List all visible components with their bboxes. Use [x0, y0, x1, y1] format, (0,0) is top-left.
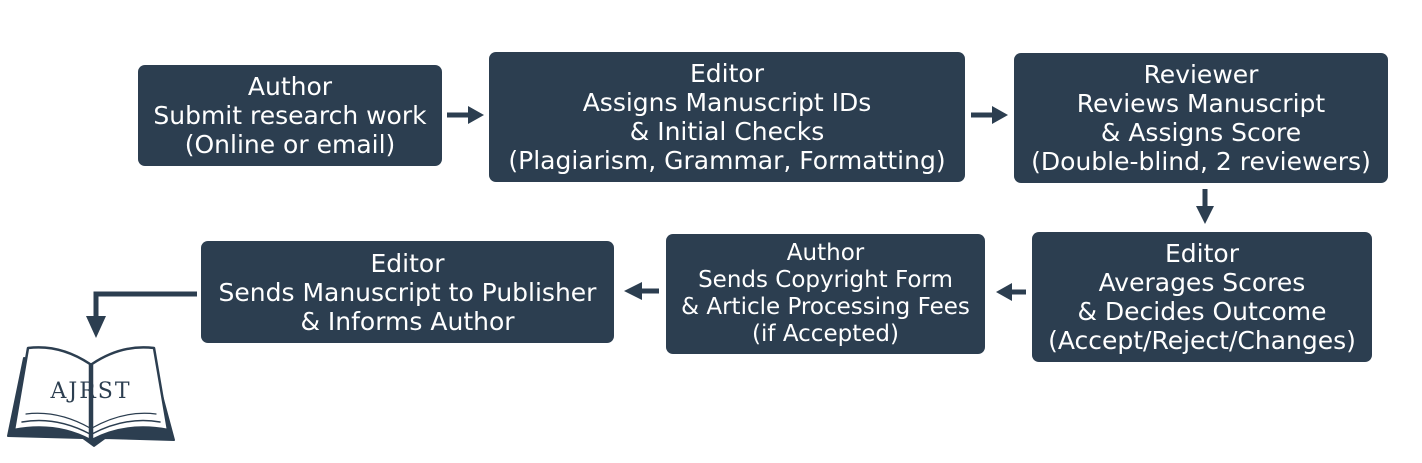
step-editor-decide: Editor Averages Scores & Decides Outcome…: [1032, 232, 1372, 362]
step-role: Author: [786, 240, 865, 266]
step-detail: (Double-blind, 2 reviewers): [1031, 147, 1371, 176]
step-detail: (Accept/Reject/Changes): [1048, 326, 1356, 355]
step-role: Reviewer: [1143, 60, 1259, 89]
step-role: Author: [247, 72, 333, 101]
arrowhead: [996, 283, 1012, 301]
step-action: Reviews Manuscript: [1076, 89, 1326, 118]
step-role: Editor: [690, 59, 764, 88]
arrowhead: [1196, 206, 1214, 224]
step-role: Editor: [370, 248, 445, 278]
arrowhead: [624, 282, 642, 300]
step-action: Averages Scores: [1098, 268, 1306, 297]
arrowhead: [468, 106, 484, 124]
step-author-submit: Author Submit research work (Online or e…: [138, 65, 442, 166]
step-editor-assign: Editor Assigns Manuscript IDs & Initial …: [489, 52, 965, 182]
step-action: & Article Processing Fees: [681, 294, 970, 320]
step-action: & Assigns Score: [1100, 118, 1302, 147]
step-action: Submit research work: [153, 101, 427, 130]
arrow-editor-publish-to-logo: [93, 291, 197, 318]
step-detail: (Plagiarism, Grammar, Formatting): [508, 146, 946, 175]
step-editor-publish: Editor Sends Manuscript to Publisher & I…: [201, 241, 614, 343]
step-detail: (if Accepted): [752, 321, 899, 347]
open-book-logo-icon: AJRST: [7, 346, 175, 447]
step-action: & Initial Checks: [629, 117, 825, 146]
step-action: & Informs Author: [300, 306, 515, 336]
step-action: Sends Manuscript to Publisher: [218, 277, 597, 307]
logo-text: AJRST: [49, 379, 131, 404]
step-action: & Decides Outcome: [1077, 297, 1327, 326]
step-action: Assigns Manuscript IDs: [582, 88, 872, 117]
arrowhead: [992, 106, 1008, 124]
step-author-copyright: Author Sends Copyright Form & Article Pr…: [666, 234, 985, 354]
step-role: Editor: [1165, 239, 1239, 268]
step-action: Sends Copyright Form: [698, 267, 953, 293]
step-detail: (Online or email): [184, 130, 396, 159]
step-reviewer-review: Reviewer Reviews Manuscript & Assigns Sc…: [1014, 53, 1388, 183]
